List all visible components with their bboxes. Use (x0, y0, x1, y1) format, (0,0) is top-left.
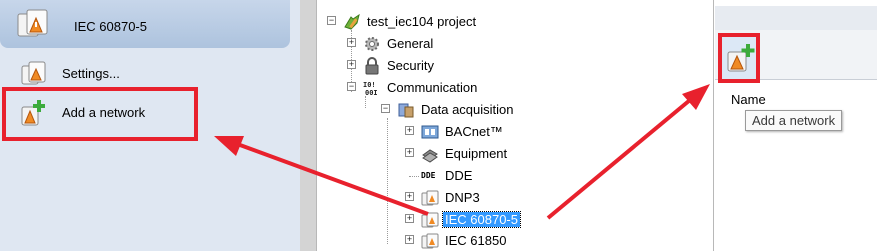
tree-item-communication[interactable]: − I0! 00I Communication (347, 78, 567, 98)
tree-item-iec-60870-5[interactable]: + IEC 60870-5 (405, 210, 605, 230)
expand-icon[interactable]: + (347, 60, 356, 69)
iec-device-icon (421, 233, 439, 249)
expand-icon[interactable]: + (347, 38, 356, 47)
tree-item-label: IEC 61850 (445, 233, 507, 248)
expand-icon[interactable]: + (405, 126, 414, 135)
tree-item-label: Data acquisition (421, 102, 514, 117)
tree-root-row[interactable]: − test_iec104 project (327, 12, 627, 32)
bacnet-icon (421, 125, 439, 139)
add-network-icon (727, 44, 755, 72)
iec-device-icon (17, 9, 48, 37)
tree-item-data-acquisition[interactable]: − Data acquisition (381, 100, 601, 120)
left-pane-header: IEC 60870-5 (0, 0, 290, 48)
dde-icon: DDE (421, 171, 436, 180)
equipment-icon (422, 149, 438, 163)
settings-icon (21, 61, 46, 85)
expand-icon[interactable]: + (405, 192, 414, 201)
project-tree: − test_iec104 project + General + Securi… (316, 0, 714, 251)
data-acquisition-icon (398, 103, 414, 118)
left-pane-title: IEC 60870-5 (74, 19, 147, 34)
collapse-icon[interactable]: − (347, 82, 356, 91)
collapse-icon[interactable]: − (381, 104, 390, 113)
tree-item-label: Equipment (445, 146, 508, 161)
tree-item-bacnet[interactable]: + BACnet™ (405, 122, 605, 142)
tree-item-label: DDE (445, 168, 473, 183)
pane-separator[interactable] (300, 0, 316, 251)
add-network-button[interactable] (718, 33, 760, 83)
svg-text:I0!: I0! (363, 81, 376, 89)
tree-item-dde[interactable]: DDE DDE (405, 166, 605, 186)
dnp3-icon (421, 190, 439, 206)
collapse-icon[interactable]: − (327, 16, 336, 25)
tree-item-label: General (387, 36, 434, 51)
tree-item-equipment[interactable]: + Equipment (405, 144, 605, 164)
left-task-pane: IEC 60870-5 Settings... Add a network (0, 0, 300, 251)
communication-icon: I0! 00I (363, 81, 378, 97)
tree-item-iec-61850[interactable]: + IEC 61850 (405, 231, 605, 251)
tree-item-label: BACnet™ (445, 124, 503, 139)
tree-guide-line (409, 176, 419, 177)
add-network-highlight-box (2, 87, 198, 141)
tree-item-label: Security (387, 58, 434, 73)
tree-item-label: DNP3 (445, 190, 480, 205)
tree-root-label: test_iec104 project (367, 14, 477, 29)
tree-item-dnp3[interactable]: + DNP3 (405, 188, 605, 208)
name-column-header[interactable]: Name (731, 92, 766, 107)
tree-item-security[interactable]: + Security (347, 56, 547, 76)
add-network-tooltip: Add a network (745, 110, 843, 131)
gear-icon (365, 37, 379, 51)
panel-header-bar (715, 6, 877, 30)
settings-label: Settings... (62, 66, 120, 81)
network-list-panel: Name Add a network (715, 0, 877, 251)
tree-item-general[interactable]: + General (347, 34, 547, 54)
tree-item-label: Communication (387, 80, 478, 95)
project-icon (344, 13, 360, 30)
iec-device-icon (421, 212, 439, 228)
tree-guide-line (387, 118, 388, 244)
lock-icon (365, 57, 379, 75)
expand-icon[interactable]: + (405, 148, 414, 157)
tree-item-label: IEC 60870-5 (442, 211, 521, 228)
svg-text:00I: 00I (365, 89, 378, 97)
expand-icon[interactable]: + (405, 214, 414, 223)
expand-icon[interactable]: + (405, 235, 414, 244)
